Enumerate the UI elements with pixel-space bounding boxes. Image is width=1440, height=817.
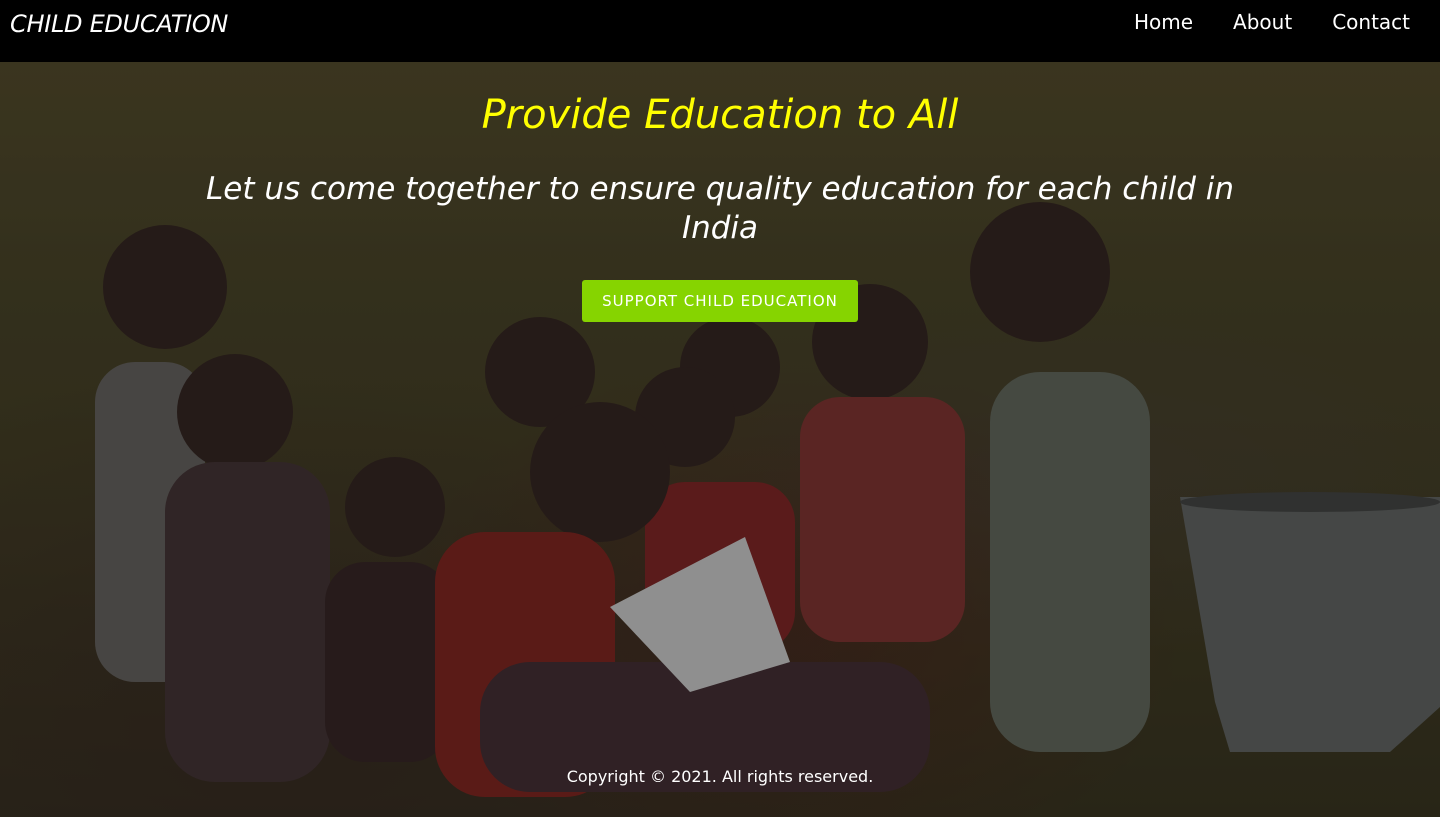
nav-link-about[interactable]: About [1233,10,1292,34]
nav-links: Home About Contact [1134,10,1410,34]
footer-copyright: Copyright © 2021. All rights reserved. [566,767,874,786]
navbar: CHILD EDUCATION Home About Contact [0,0,1440,62]
hero-section: Provide Education to All Let us come tog… [0,62,1440,817]
brand-logo[interactable]: CHILD EDUCATION [10,10,228,38]
nav-link-home[interactable]: Home [1134,10,1193,34]
support-child-education-button[interactable]: SUPPORT CHILD EDUCATION [582,280,858,322]
nav-link-contact[interactable]: Contact [1332,10,1410,34]
hero-subheadline: Let us come together to ensure quality e… [205,171,1235,246]
hero-headline: Provide Education to All [481,92,959,138]
